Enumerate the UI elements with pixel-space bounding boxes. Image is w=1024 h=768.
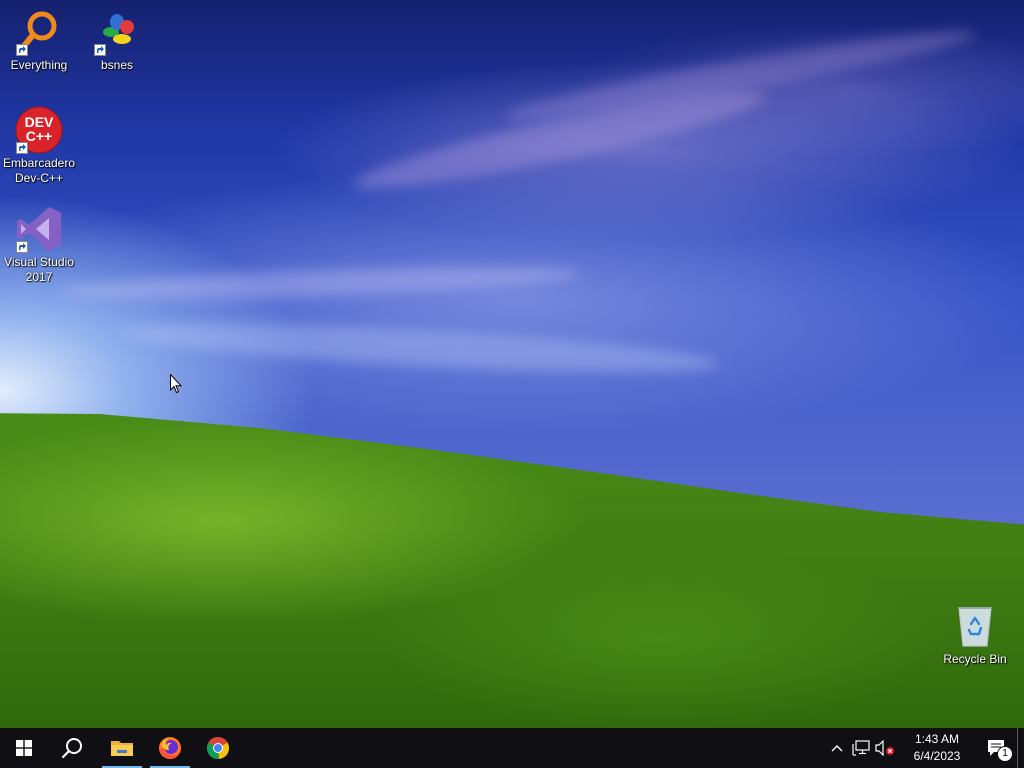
clock-date: 6/4/2023	[913, 749, 961, 763]
action-center-button[interactable]: 1	[977, 728, 1017, 768]
notification-count-badge: 1	[997, 746, 1013, 762]
desktop-icon-devcpp[interactable]: DEV C++ Embarcadero Dev-C++	[1, 106, 77, 186]
show-desktop-button[interactable]	[1017, 728, 1024, 768]
file-explorer-button[interactable]	[98, 728, 146, 768]
recycle-bin-icon	[951, 602, 999, 650]
desktop-icon-label: Recycle Bin	[943, 652, 1007, 666]
desktop-wallpaper	[0, 0, 1024, 728]
desktop-icon-label: Everything	[10, 58, 68, 72]
network-icon	[852, 740, 870, 756]
network-button[interactable]	[849, 728, 873, 768]
desktop-icon-label: Visual Studio 2017	[4, 255, 74, 284]
shortcut-arrow-icon	[16, 142, 28, 154]
devcpp-badge-text: DEV C++	[24, 114, 54, 144]
volume-muted-icon	[875, 740, 894, 756]
desktop-icon-everything[interactable]: Everything	[1, 8, 77, 73]
shortcut-arrow-icon	[16, 241, 28, 253]
bsnes-icon	[93, 8, 141, 56]
clock[interactable]: 1:43 AM 6/4/2023	[897, 731, 977, 765]
desktop-icon-label: Embarcadero Dev-C++	[2, 156, 76, 185]
shortcut-arrow-icon	[94, 44, 106, 56]
chrome-icon	[206, 736, 230, 760]
taskbar: 1:43 AM 6/4/2023 1	[0, 728, 1024, 768]
volume-button[interactable]	[873, 728, 897, 768]
show-hidden-icons-button[interactable]	[825, 728, 849, 768]
desktop-icon-visual-studio[interactable]: Visual Studio 2017	[1, 205, 77, 285]
mouse-cursor-icon	[170, 373, 183, 399]
desktop-icon-label: bsnes	[100, 58, 134, 72]
visual-studio-icon	[15, 205, 63, 253]
chrome-button[interactable]	[194, 728, 242, 768]
folder-icon	[111, 741, 133, 756]
firefox-button[interactable]	[146, 728, 194, 768]
desktop-icon-bsnes[interactable]: bsnes	[79, 8, 155, 73]
system-tray: 1:43 AM 6/4/2023 1	[825, 728, 1024, 768]
windows-logo-icon	[16, 740, 32, 756]
start-button[interactable]	[0, 728, 48, 768]
chevron-up-icon	[831, 745, 843, 752]
devcpp-icon: DEV C++	[15, 106, 63, 154]
clock-time: 1:43 AM	[914, 732, 960, 746]
desktop-icon-recycle-bin[interactable]: Recycle Bin	[937, 602, 1013, 667]
firefox-icon	[159, 737, 181, 759]
shortcut-arrow-icon	[16, 44, 28, 56]
search-button[interactable]	[48, 728, 96, 768]
search-icon	[61, 738, 82, 759]
everything-icon	[15, 8, 63, 56]
